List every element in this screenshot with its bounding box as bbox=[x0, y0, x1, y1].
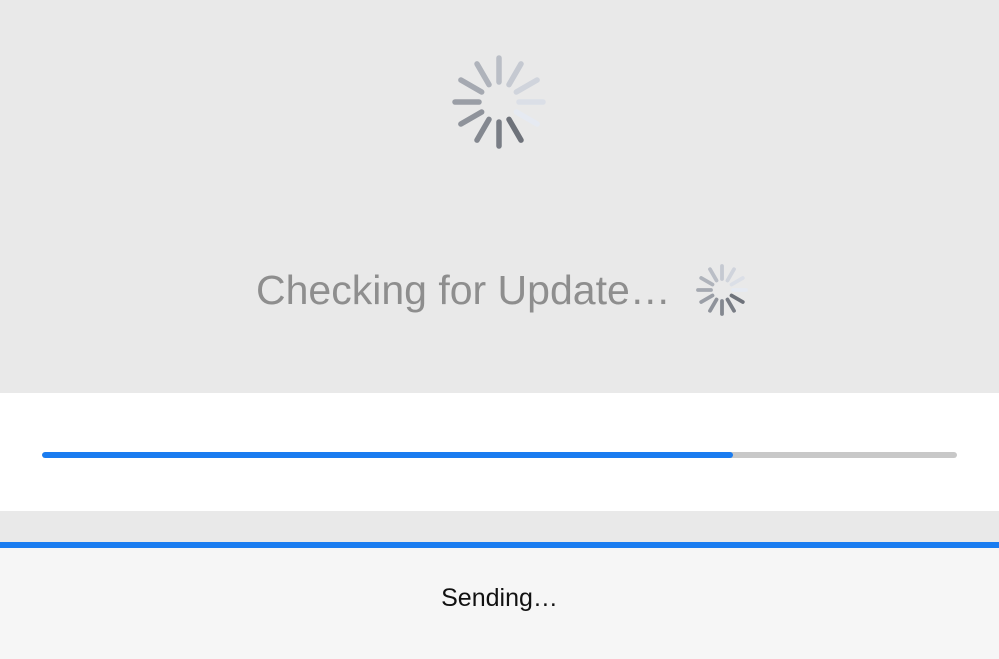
sending-status-bar: Sending… bbox=[0, 542, 999, 659]
spinner-spoke bbox=[699, 276, 715, 287]
activity-spinner-icon bbox=[452, 55, 546, 149]
spinner-spoke bbox=[513, 109, 540, 127]
spinner-spoke bbox=[725, 267, 736, 283]
spinner-spoke bbox=[699, 293, 715, 304]
spinner-spoke bbox=[474, 61, 492, 88]
spinner-spoke bbox=[729, 293, 745, 304]
spinner-spoke bbox=[708, 267, 719, 283]
spinner-spoke bbox=[506, 116, 524, 143]
spinner-spoke bbox=[729, 276, 745, 287]
spinner-spoke bbox=[458, 109, 485, 127]
status-message: Checking for Update… bbox=[256, 267, 671, 313]
spinner-spoke bbox=[506, 61, 524, 88]
spinner-spoke bbox=[513, 77, 540, 95]
status-row: Checking for Update… bbox=[0, 262, 999, 318]
progress-bar bbox=[42, 452, 957, 458]
spinner-spoke bbox=[458, 77, 485, 95]
divider bbox=[0, 511, 999, 542]
spinner-spoke bbox=[708, 297, 719, 313]
sending-message: Sending… bbox=[441, 584, 558, 612]
progress-bar-fill bbox=[42, 452, 733, 458]
spinner-spoke bbox=[725, 297, 736, 313]
activity-spinner-small-icon bbox=[696, 264, 748, 316]
spinner-spoke bbox=[474, 116, 492, 143]
update-status-panel: Checking for Update… bbox=[0, 0, 999, 393]
progress-panel bbox=[0, 393, 999, 511]
